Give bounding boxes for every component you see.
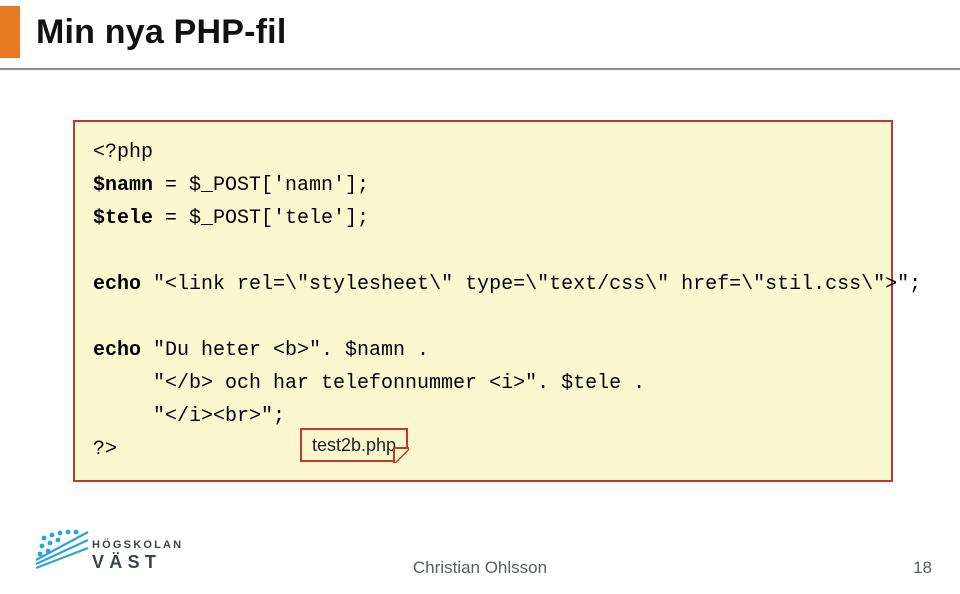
code-var: $namn [93,174,153,197]
code-keyword: echo [93,273,141,296]
code-line: "Du heter <b>". $namn . [141,339,429,362]
code-line: "</b> och har telefonnummer <i>". $tele … [93,372,645,395]
slide: Min nya PHP-fil <?php $namn = $_POST['na… [0,0,960,594]
code-var: $tele [93,207,153,230]
filename-label: test2b.php [300,428,408,462]
page-number: 18 [913,558,932,578]
page-title: Min nya PHP-fil [36,13,286,52]
code-line: "<link rel=\"stylesheet\" type=\"text/cs… [141,273,921,296]
footer: HÖGSKOLAN VÄST Christian Ohlsson 18 [0,524,960,584]
code-keyword: echo [93,339,141,362]
code-line: = $_POST['namn']; [153,174,369,197]
accent-bar [0,6,20,58]
title-area: Min nya PHP-fil [0,6,286,58]
code-block: <?php $namn = $_POST['namn']; $tele = $_… [73,120,893,482]
title-underline [0,68,960,70]
code-line: "</i><br>"; [93,405,285,428]
footer-author: Christian Ohlsson [0,558,960,578]
logo-text-top: HÖGSKOLAN [92,538,183,551]
filename-text: test2b.php [312,435,396,456]
code-line: = $_POST['tele']; [153,207,369,230]
code-line: <?php [93,141,153,164]
code-line: ?> [93,438,117,461]
logo-dots-icon [38,530,79,557]
